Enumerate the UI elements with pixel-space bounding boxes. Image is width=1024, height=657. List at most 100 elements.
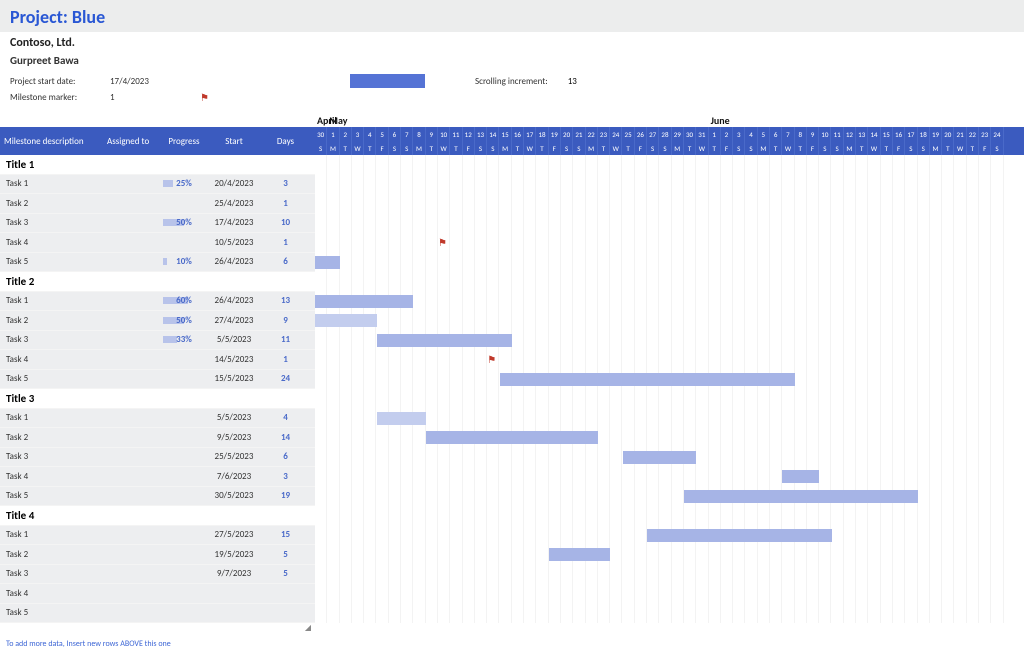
gantt-bar[interactable] [647, 529, 832, 542]
task-row[interactable]: Task 29/5/202314 [0, 428, 315, 448]
day-cell[interactable]: 3 [733, 127, 745, 141]
cell-start[interactable]: 14/5/2023 [205, 354, 263, 365]
day-cell[interactable]: 17 [905, 127, 917, 141]
col-days[interactable]: Days [263, 136, 308, 147]
gantt-bar[interactable] [684, 490, 918, 503]
day-cell[interactable]: 25 [622, 127, 634, 141]
section-row[interactable]: Title 4 [0, 506, 315, 526]
col-progress[interactable]: Progress [163, 136, 205, 147]
day-cell[interactable]: S [745, 141, 757, 155]
day-cell[interactable]: M [844, 141, 856, 155]
day-cell[interactable]: 24 [610, 127, 622, 141]
day-cell[interactable]: S [401, 141, 413, 155]
day-cell[interactable]: S [389, 141, 401, 155]
cell-days[interactable]: 1 [263, 198, 308, 209]
day-cell[interactable]: F [635, 141, 647, 155]
day-cell[interactable]: T [709, 141, 721, 155]
task-row[interactable]: Task 127/5/202315 [0, 526, 315, 546]
cell-days[interactable]: 24 [263, 373, 308, 384]
day-cell[interactable]: 11 [450, 127, 462, 141]
day-cell[interactable]: S [487, 141, 499, 155]
task-row[interactable]: Task 530/5/202319 [0, 487, 315, 507]
cell-desc[interactable]: Title 3 [0, 392, 103, 405]
day-cell[interactable]: 3 [352, 127, 364, 141]
day-cell[interactable]: W [696, 141, 708, 155]
day-cell[interactable]: 23 [598, 127, 610, 141]
day-cell[interactable]: W [868, 141, 880, 155]
day-cell[interactable]: S [315, 141, 327, 155]
cell-desc[interactable]: Task 1 [0, 295, 103, 306]
cell-start[interactable]: 9/7/2023 [205, 568, 263, 579]
start-date-value[interactable]: 17/4/2023 [110, 76, 170, 87]
cell-start[interactable]: 5/5/2023 [205, 334, 263, 345]
day-cell[interactable]: S [573, 141, 585, 155]
day-cell[interactable]: 8 [413, 127, 425, 141]
col-assigned[interactable]: Assigned to [103, 136, 163, 147]
cell-days[interactable]: 11 [263, 334, 308, 345]
day-cell[interactable]: 8 [795, 127, 807, 141]
day-cell[interactable]: 21 [573, 127, 585, 141]
day-cell[interactable]: 15 [499, 127, 511, 141]
day-cell[interactable]: 10 [438, 127, 450, 141]
day-cell[interactable]: T [942, 141, 954, 155]
task-row[interactable]: Task 510%26/4/20236 [0, 253, 315, 273]
day-cell[interactable]: 28 [659, 127, 671, 141]
cell-days[interactable]: 3 [263, 178, 308, 189]
day-cell[interactable]: 18 [918, 127, 930, 141]
day-cell[interactable]: S [905, 141, 917, 155]
col-desc[interactable]: Milestone description [0, 136, 103, 147]
day-cell[interactable]: S [819, 141, 831, 155]
day-cell[interactable]: 18 [536, 127, 548, 141]
day-cell[interactable]: F [893, 141, 905, 155]
day-cell[interactable]: F [721, 141, 733, 155]
day-cell[interactable]: S [733, 141, 745, 155]
day-cell[interactable]: F [979, 141, 991, 155]
cell-days[interactable]: 13 [263, 295, 308, 306]
day-cell[interactable]: T [881, 141, 893, 155]
cell-desc[interactable]: Title 2 [0, 275, 103, 288]
cell-days[interactable]: 15 [263, 529, 308, 540]
gantt-bar[interactable] [377, 334, 512, 347]
cell-desc[interactable]: Task 2 [0, 315, 103, 326]
cell-days[interactable]: 9 [263, 315, 308, 326]
day-cell[interactable]: M [327, 141, 339, 155]
cell-desc[interactable]: Task 3 [0, 217, 103, 228]
day-cell[interactable]: T [856, 141, 868, 155]
task-row[interactable]: Task 350%17/4/202310 [0, 214, 315, 234]
day-cell[interactable]: 17 [524, 127, 536, 141]
day-cell[interactable]: S [475, 141, 487, 155]
cell-days[interactable]: 1 [263, 237, 308, 248]
cell-start[interactable]: 30/5/2023 [205, 490, 263, 501]
day-cell[interactable]: W [610, 141, 622, 155]
cell-desc[interactable]: Task 2 [0, 549, 103, 560]
cell-progress[interactable]: 50% [163, 217, 205, 228]
cell-start[interactable]: 5/5/2023 [205, 412, 263, 423]
cell-desc[interactable]: Task 1 [0, 412, 103, 423]
cell-start[interactable]: 7/6/2023 [205, 471, 263, 482]
cell-desc[interactable]: Task 4 [0, 237, 103, 248]
section-row[interactable]: Title 2 [0, 272, 315, 292]
day-cell[interactable]: 30 [315, 127, 327, 141]
day-cell[interactable]: T [622, 141, 634, 155]
gantt-bar[interactable] [782, 470, 819, 483]
day-cell[interactable]: F [807, 141, 819, 155]
day-cell[interactable]: 12 [463, 127, 475, 141]
task-row[interactable]: Task 39/7/20235 [0, 565, 315, 585]
cell-desc[interactable]: Task 2 [0, 432, 103, 443]
day-cell[interactable]: 5 [376, 127, 388, 141]
cell-desc[interactable]: Task 3 [0, 334, 103, 345]
day-cell[interactable]: 10 [819, 127, 831, 141]
day-cell[interactable]: W [352, 141, 364, 155]
day-cell[interactable]: S [991, 141, 1003, 155]
cell-desc[interactable]: Task 3 [0, 451, 103, 462]
task-row[interactable]: Task 250%27/4/20239 [0, 311, 315, 331]
day-cell[interactable]: 13 [475, 127, 487, 141]
cell-start[interactable]: 20/4/2023 [205, 178, 263, 189]
cell-desc[interactable]: Task 4 [0, 354, 103, 365]
day-cell[interactable]: T [967, 141, 979, 155]
cell-desc[interactable]: Task 5 [0, 373, 103, 384]
cell-start[interactable]: 27/5/2023 [205, 529, 263, 540]
cell-days[interactable]: 6 [263, 451, 308, 462]
day-cell[interactable]: T [512, 141, 524, 155]
task-row[interactable]: Task 5 [0, 604, 315, 624]
